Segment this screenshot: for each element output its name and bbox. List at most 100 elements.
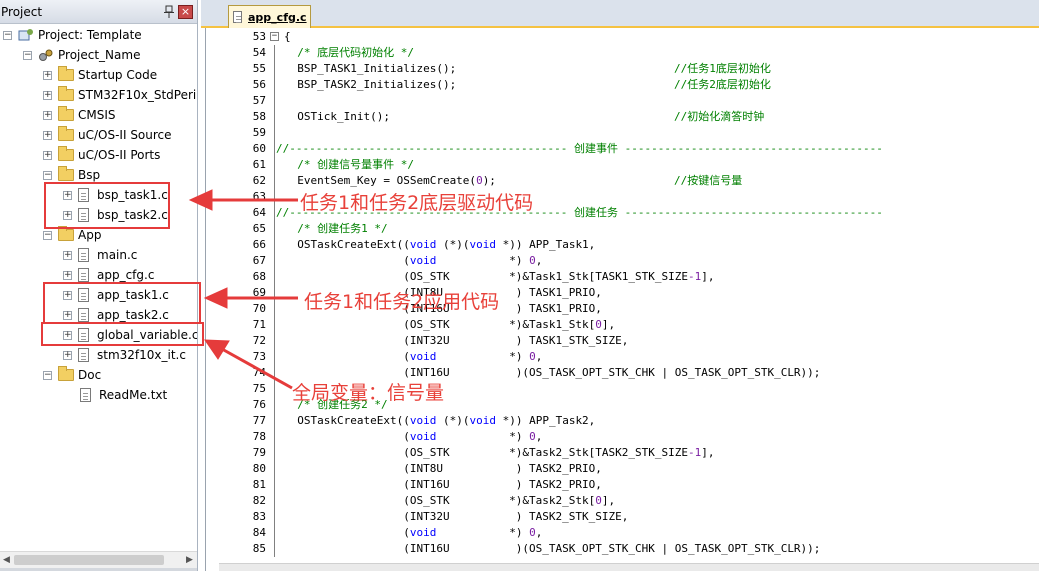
tree-item[interactable]: − Doc xyxy=(43,365,101,385)
code-line[interactable]: 77 OSTaskCreateExt((void (*)(void *)) AP… xyxy=(206,413,1039,429)
number-literal: 0 xyxy=(529,430,536,443)
expand-icon[interactable]: + xyxy=(43,150,52,160)
collapse-icon[interactable]: − xyxy=(43,170,52,180)
fold-guide xyxy=(274,477,275,493)
code-line[interactable]: 65 /* 创建任务1 */ xyxy=(206,221,1039,237)
tree-item[interactable]: − Project_Name xyxy=(23,45,140,65)
code-text: (OS_STK *)&Task1_Stk[TASK1_STK_SIZE-1], xyxy=(284,270,715,283)
file-icon xyxy=(78,268,89,282)
annotation-global: 全局变量：信号量 xyxy=(292,382,445,404)
collapse-icon[interactable]: − xyxy=(43,230,52,240)
close-icon[interactable]: × xyxy=(178,5,193,19)
expand-icon[interactable]: + xyxy=(63,270,72,280)
line-number: 75 xyxy=(252,382,266,395)
fold-icon[interactable]: − xyxy=(270,32,279,41)
folder-icon xyxy=(58,106,74,121)
expand-icon[interactable]: + xyxy=(43,70,52,80)
file-icon xyxy=(78,248,89,262)
code-line[interactable]: 72 (INT32U ) TASK1_STK_SIZE, xyxy=(206,333,1039,349)
fold-guide xyxy=(274,301,275,317)
scroll-left-icon[interactable]: ◀ xyxy=(3,555,10,565)
code-line[interactable]: 61 /* 创建信号量事件 */ xyxy=(206,157,1039,173)
number-literal: 0 xyxy=(595,494,602,507)
project-icon xyxy=(18,29,33,41)
code-line[interactable]: 53−{ xyxy=(206,29,1039,45)
scroll-thumb[interactable] xyxy=(14,555,164,565)
line-number: 53 xyxy=(252,30,266,43)
code-line[interactable]: 78 (void *) 0, xyxy=(206,429,1039,445)
scroll-right-icon[interactable]: ▶ xyxy=(186,555,193,565)
fold-guide xyxy=(274,77,275,93)
expand-icon[interactable]: + xyxy=(43,90,52,100)
code-line[interactable]: 68 (OS_STK *)&Task1_Stk[TASK1_STK_SIZE-1… xyxy=(206,269,1039,285)
code-text: (void *) 0, xyxy=(284,350,543,363)
line-number: 69 xyxy=(252,286,266,299)
code-line[interactable]: 62 EventSem_Key = OSSemCreate(0); //按键信号量 xyxy=(206,173,1039,189)
tree-item[interactable]: + STM32F10x_StdPeriph xyxy=(43,85,197,105)
collapse-icon[interactable]: − xyxy=(23,50,32,60)
number-literal: -1 xyxy=(687,270,702,283)
code-line[interactable]: 58 OSTick_Init(); //初始化滴答时钟 xyxy=(206,109,1039,125)
code-line[interactable]: 83 (INT32U ) TASK2_STK_SIZE, xyxy=(206,509,1039,525)
tree-item[interactable]: + uC/OS-II Source xyxy=(43,125,172,145)
code-line[interactable]: 55 BSP_TASK1_Initializes(); //任务1底层初始化 xyxy=(206,61,1039,77)
code-line[interactable]: 60 //------------------------------------… xyxy=(206,141,1039,157)
code-line[interactable]: 57 xyxy=(206,93,1039,109)
code-line[interactable]: 80 (INT8U ) TASK2_PRIO, xyxy=(206,461,1039,477)
tree-item-label: STM32F10x_StdPeriph xyxy=(78,88,197,102)
expand-icon[interactable]: + xyxy=(63,250,72,260)
keyword: void xyxy=(409,414,437,427)
code-line[interactable]: 71 (OS_STK *)&Task1_Stk[0], xyxy=(206,317,1039,333)
code-line[interactable]: 59 xyxy=(206,125,1039,141)
tree-item-label: Project_Name xyxy=(58,48,141,62)
code-line[interactable]: 85 (INT16U )(OS_TASK_OPT_STK_CHK | OS_TA… xyxy=(206,541,1039,557)
fold-guide xyxy=(274,461,275,477)
expand-icon[interactable]: + xyxy=(43,110,52,120)
tree-horizontal-scrollbar[interactable]: ◀ ▶ xyxy=(0,551,197,568)
code-line[interactable]: 66 OSTaskCreateExt((void (*)(void *)) AP… xyxy=(206,237,1039,253)
tree-item[interactable]: + uC/OS-II Ports xyxy=(43,145,160,165)
tree-item[interactable]: − Project: Template xyxy=(3,25,142,45)
number-literal: 0 xyxy=(529,254,536,267)
keyword: void xyxy=(469,238,496,251)
fold-guide xyxy=(274,541,275,557)
code-line[interactable]: 82 (OS_STK *)&Task2_Stk[0], xyxy=(206,493,1039,509)
code-line[interactable]: 54 /* 底层代码初始化 */ xyxy=(206,45,1039,61)
code-line[interactable]: 56 BSP_TASK2_Initializes(); //任务2底层初始化 xyxy=(206,77,1039,93)
code-text: EventSem_Key = OSSemCreate(0); xyxy=(284,174,496,187)
code-text: BSP_TASK1_Initializes(); xyxy=(284,62,457,75)
tree-item[interactable]: + Startup Code xyxy=(43,65,157,85)
tree-item[interactable]: + stm32f10x_it.c xyxy=(63,345,186,365)
tab-app-cfg[interactable]: app_cfg.c xyxy=(228,5,311,28)
folder-icon xyxy=(58,126,74,141)
line-number: 58 xyxy=(252,110,266,123)
fold-guide xyxy=(274,445,275,461)
code-line[interactable]: 67 (void *) 0, xyxy=(206,253,1039,269)
tree-item[interactable]: + main.c xyxy=(63,245,137,265)
tree-item-label: main.c xyxy=(97,248,138,262)
code-line[interactable]: 73 (void *) 0, xyxy=(206,349,1039,365)
tree-item[interactable]: ReadMe.txt xyxy=(80,385,167,405)
collapse-icon[interactable]: − xyxy=(43,370,52,380)
code-comment: /* 创建信号量事件 */ xyxy=(284,158,414,171)
code-text: OSTaskCreateExt((void (*)(void *)) APP_T… xyxy=(284,238,596,251)
collapse-icon[interactable]: − xyxy=(3,30,12,40)
number-literal: 0 xyxy=(476,174,483,187)
expand-icon[interactable]: + xyxy=(43,130,52,140)
line-number: 59 xyxy=(252,126,266,139)
code-line[interactable]: 81 (INT16U ) TASK2_PRIO, xyxy=(206,477,1039,493)
line-number: 64 xyxy=(252,206,266,219)
keyword: void xyxy=(409,430,437,443)
fold-guide xyxy=(274,173,275,189)
code-comment: //按键信号量 xyxy=(674,174,743,187)
tree-item-label: app_cfg.c xyxy=(97,268,155,282)
fold-guide xyxy=(274,125,275,141)
editor-horizontal-scrollbar[interactable] xyxy=(219,563,1039,571)
tree-item[interactable]: + CMSIS xyxy=(43,105,116,125)
code-line[interactable]: 84 (void *) 0, xyxy=(206,525,1039,541)
expand-icon[interactable]: + xyxy=(63,350,72,360)
code-line[interactable]: 79 (OS_STK *)&Task2_Stk[TASK2_STK_SIZE-1… xyxy=(206,445,1039,461)
fold-guide xyxy=(274,45,275,61)
code-comment: //任务2底层初始化 xyxy=(674,78,771,91)
pin-icon[interactable] xyxy=(163,5,175,19)
